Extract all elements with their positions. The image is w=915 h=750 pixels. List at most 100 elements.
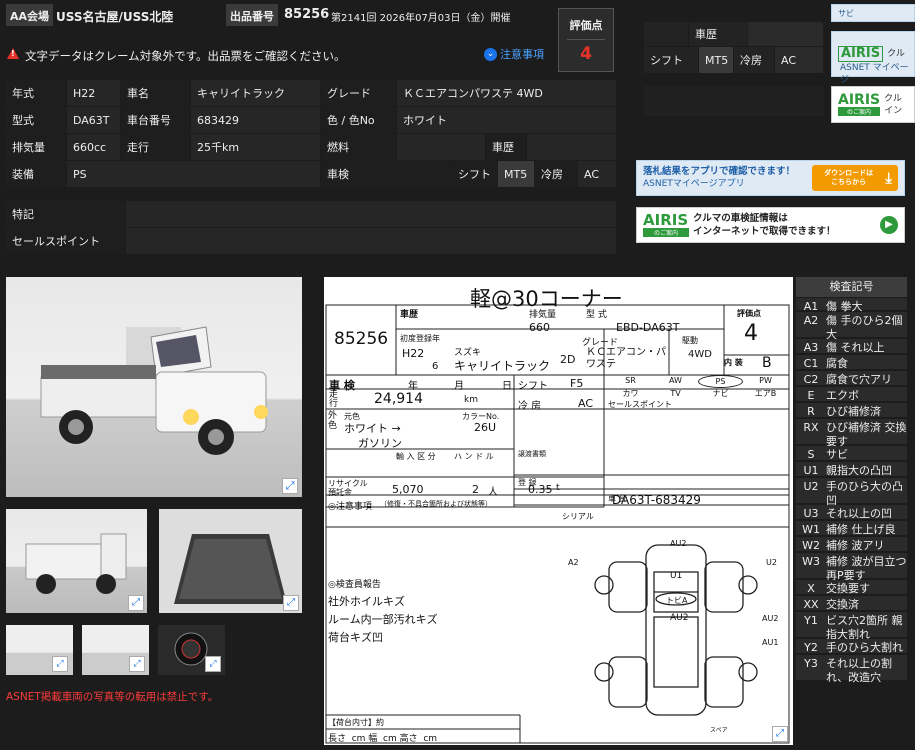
legend-code: R [807, 405, 815, 418]
sheet-color-value: ホワイト → [344, 422, 401, 435]
chassis-value: 683429 [191, 107, 320, 133]
sheet-ac-label: 冷 房 [518, 401, 542, 412]
sheet-displacement-value: 660 [529, 321, 550, 334]
mark-au1-right: AU1 [762, 638, 779, 647]
sheet-load-unit: t [556, 483, 560, 493]
venue-value: USS名古屋/USS北陸 [56, 10, 174, 24]
main-photo[interactable]: ⤢ [6, 277, 302, 497]
side-shift-value: MT5 [699, 47, 733, 73]
mark-u1: U1 [670, 571, 683, 581]
legend-row: C2 腐食で穴アリ [796, 371, 907, 386]
legend-desc: 補修 仕上げ良 [826, 523, 896, 536]
displacement-label: 排気量 [6, 134, 66, 160]
airis-banner[interactable]: AIRIS のご案内 クルマの車検証情報は インターネットで取得できます！ ▶ [636, 207, 905, 243]
thumb-3[interactable]: ⤢ [158, 625, 225, 675]
legend-code: A2 [803, 314, 819, 327]
expand-icon[interactable]: ⤢ [205, 656, 221, 672]
expand-icon[interactable]: ⤢ [52, 656, 68, 672]
legend-row: U1 親指大の凸凹 [796, 462, 907, 477]
download-button[interactable]: ダウンロードは こちらから ⤓ [812, 165, 898, 191]
mark-tobi: トビA [666, 596, 688, 605]
side-banner-airis-1[interactable]: AIRIS クル ASNET マイページ [831, 31, 915, 85]
expand-icon[interactable]: ⤢ [282, 478, 298, 494]
download-line1: ダウンロードは [824, 169, 874, 177]
legend-row: A3 傷 それ以上 [796, 339, 907, 354]
sheet-fuel-value: ガソリン [358, 437, 402, 450]
special-label: 特記 [6, 201, 125, 227]
side-partial-1a: クル [887, 49, 905, 59]
notice-link[interactable]: ⌄ 注意事項 [484, 46, 544, 62]
expand-icon[interactable]: ⤢ [283, 595, 299, 611]
side-banner-airis-2[interactable]: AIRIS のご案内 クル イン [831, 86, 915, 123]
legend-row: Y3 それ以上の割れ、改造穴 [796, 655, 907, 684]
thumb-1[interactable]: ⤢ [6, 625, 73, 675]
mileage-value: 25千km [191, 134, 320, 160]
app-banner-line2: ASNETマイページアプリ [643, 179, 745, 189]
history-label: 車歴 [486, 134, 526, 160]
legend-code: Y1 [804, 614, 818, 627]
legend-row: U3 それ以上の凹 [796, 505, 907, 520]
sheet-import-label: 輸 入 区 分 [396, 452, 436, 461]
legend-desc: ひび補修済 [826, 405, 881, 418]
expand-icon[interactable]: ⤢ [772, 726, 788, 742]
name-value: キャリイトラック [191, 80, 320, 106]
name-label: 車名 [121, 80, 190, 106]
legend-row: E エクボ [796, 387, 907, 402]
legend-row: RX ひび補修済 交換要す [796, 419, 907, 448]
photo-bed[interactable]: ⤢ [159, 509, 302, 613]
sheet-report-line-2: ルーム内一部汚れキズ [328, 613, 438, 626]
photo-notice: ASNET掲載車両の写真等の転用は禁止です。 [6, 691, 219, 703]
airis-logo-text: AIRIS [643, 211, 689, 229]
score-value: 4 [567, 39, 605, 64]
score-box: 評価点 4 [558, 8, 614, 72]
legend-code: U3 [803, 507, 819, 520]
legend-desc: エクボ [826, 389, 859, 402]
airis-banner-line1: クルマの車検証情報は [693, 213, 788, 224]
sheet-bed-label: 【荷台内寸】約 [328, 718, 384, 727]
model-label: 型式 [6, 107, 66, 133]
legend-row: W1 補修 仕上げ良 [796, 521, 907, 536]
legend-desc: ビス穴2箇所 親指大割れ [826, 614, 903, 641]
legend-desc: 手のひら大割れ [826, 641, 903, 654]
expand-icon[interactable]: ⤢ [128, 595, 144, 611]
legend-code: U2 [803, 480, 819, 493]
app-banner[interactable]: 落札結果をアプリで確認できます！ ASNETマイページアプリ ダウンロードは こ… [636, 160, 905, 196]
ac-label: 冷房 [535, 161, 577, 187]
sheet-recycle-value: 5,070 [392, 483, 424, 496]
legend-row: U2 手のひら大の凸凹 [796, 478, 907, 507]
legend-desc: サビ [826, 448, 848, 461]
option-ps: PS [698, 375, 743, 388]
legend-desc: 傷 手のひら2個大 [826, 314, 903, 341]
sheet-interior-value: B [762, 355, 772, 371]
sheet-notes-label: ◎注意事項 [328, 502, 372, 512]
option-pw: PW [759, 376, 772, 385]
warning-text: 文字データはクレーム対象外です。出品票をご確認ください。 [25, 49, 346, 63]
side-partial-1b: ASNET マイページ [840, 63, 909, 85]
sheet-shift-label: シフト [518, 381, 548, 392]
option-tv: TV [670, 389, 681, 398]
legend-desc: 交換済 [826, 598, 859, 611]
side-banner-top[interactable]: サビ [831, 4, 915, 22]
legend-row: Y2 手のひら大割れ [796, 639, 907, 654]
download-line2: こちらから [831, 178, 867, 186]
sheet-ac-value: AC [578, 397, 594, 410]
sheet-outer-color-label: 外 色 [328, 411, 338, 431]
session-text: 第2141回 2026年07月03日（金）開催 [331, 13, 511, 24]
legend-code: Y2 [804, 641, 818, 654]
legend-desc: 交換要す [826, 582, 870, 595]
fuel-value [397, 134, 485, 160]
expand-icon[interactable]: ⤢ [129, 656, 145, 672]
airis-sub-2: のご案内 [838, 107, 881, 116]
thumb-2[interactable]: ⤢ [82, 625, 149, 675]
photo-rear[interactable]: ⤢ [6, 509, 147, 613]
score-label: 評価点 [569, 19, 603, 32]
shift-value: MT5 [498, 161, 534, 187]
sheet-color-no-value: 26U [474, 421, 497, 434]
grade-value: ＫＣエアコンパワステ 4WD [397, 80, 616, 106]
legend-code: X [807, 582, 815, 595]
auction-sheet[interactable]: 軽@30コーナー 85256 車歴 排気量 660 型 式 EBD-DA63T … [324, 277, 793, 745]
side-ac-value: AC [775, 47, 823, 73]
sheet-name-value: キャリイトラック [454, 359, 551, 373]
sheet-type-label: 型 式 [586, 310, 607, 320]
mileage-label: 走行 [121, 134, 190, 160]
